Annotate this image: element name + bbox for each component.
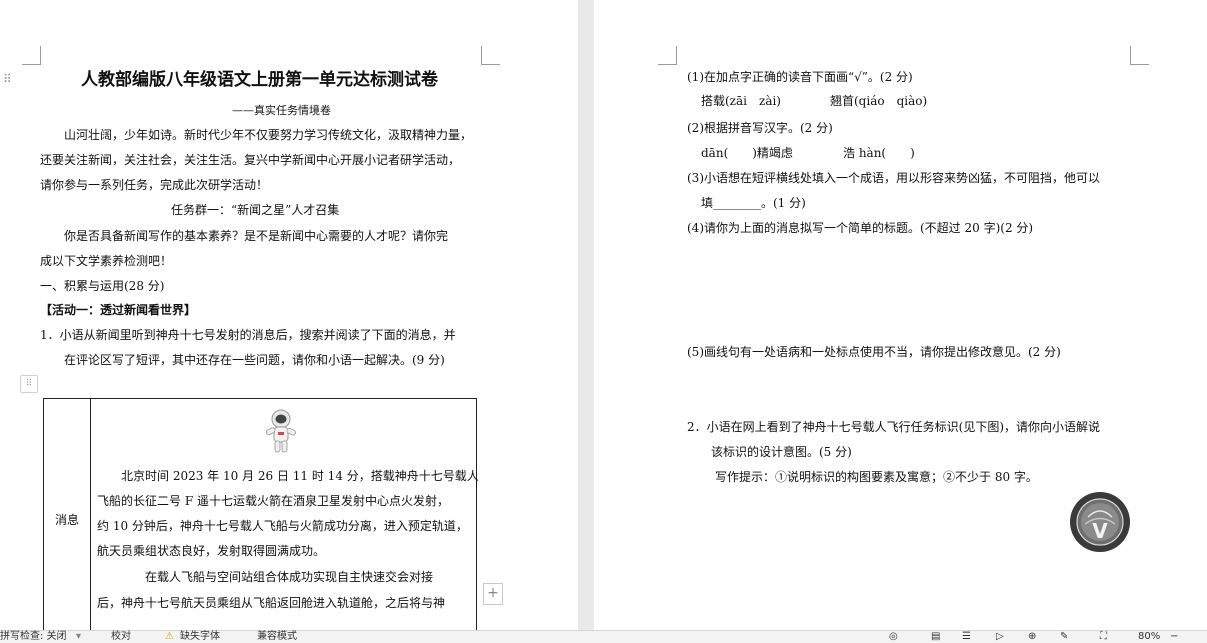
margin-corner-mark [1130,46,1149,65]
question-2-hint: 写作提示：①说明标识的构图要素及寓意；②不少于 80 字。 [715,470,1038,484]
subquestion-1: (1)在加点字正确的读音下面画“√”。(2 分) [687,70,913,84]
news-paragraph-line: 飞船的长征二号 F 遥十七运载火箭在酒泉卫星发射中心点火发射， [97,494,449,508]
emblem-letter: V [1092,519,1108,543]
subquestion-5: (5)画线句有一处语病和一处标点使用不当，请你提出修改意见。(2 分) [687,345,1061,359]
subquestion-3-line: (3)小语想在短评横线处填入一个成语，用以形容来势凶猛，不可阻挡，他可以 [687,171,1101,185]
drag-handle-icon[interactable]: ⠿ [3,72,12,86]
mission-emblem-icon: V [1070,492,1130,552]
subquestion-1-option: 翘首(qiáo qiào) [830,94,928,108]
news-table: 消息 北京时间 2023 年 10 月 26 日 11 时 14 分，搭载神舟十… [43,398,479,630]
add-row-button[interactable]: + [483,583,503,605]
subquestion-3-line: 填________。(1 分) [701,196,806,210]
margin-corner-mark [22,46,41,65]
play-icon[interactable]: ▷ [996,631,1004,643]
task-intro-line: 你是否具备新闻写作的基本素养？是不是新闻中心需要的人才呢？请你完 [64,229,449,243]
news-paragraph-line: 约 10 分钟后，神舟十七号载人飞船与火箭成功分离，进入预定轨道， [97,519,468,533]
margin-corner-mark [481,46,500,65]
news-paragraph-line: 在载人飞船与空间站组合体成功实现自主快速交会对接 [145,570,434,584]
activity-heading: 【活动一：透过新闻看世界】 [40,303,197,317]
eye-protection-icon[interactable]: ◎ [889,631,898,643]
news-paragraph-line: 后，神舟十七号航天员乘组从飞船返回舱进入轨道舱，之后将与神 [97,596,446,610]
subquestion-4: (4)请你为上面的消息拟写一个简单的标题。(不超过 20 字)(2 分) [687,221,1034,235]
page-title: 人教部编版八年级语文上册第一单元达标测试卷 [81,70,438,90]
news-paragraph-line: 北京时间 2023 年 10 月 26 日 11 时 14 分，搭载神舟十七号载… [121,469,479,483]
status-bar: 拼写检查: 关闭 ▾ 校对 ⚠ 缺失字体 兼容模式 ◎ ▤ ☰ ▷ ⊕ ✎ ⛶ … [0,630,1207,643]
news-paragraph-line: 航天员乘组状态良好，发射取得圆满成功。 [97,544,326,558]
news-table-label-cell: 消息 [43,398,91,630]
page-subtitle: ——真实任务情境卷 [232,104,331,117]
question-2-line: 2．小语在网上看到了神舟十七号载人飞行任务标识(见下图)，请你向小语解说 [687,420,1101,434]
pen-icon[interactable]: ✎ [1060,631,1068,643]
margin-corner-mark [658,46,677,65]
document-page-left: ⠿ 人教部编版八年级语文上册第一单元达标测试卷 ——真实任务情境卷 山河壮阔，少… [0,0,578,630]
page-view-icon[interactable]: ▤ [931,631,940,643]
news-table-content-cell: 北京时间 2023 年 10 月 26 日 11 时 14 分，搭载神舟十七号载… [90,398,479,630]
subquestion-1-option: 搭载(zāi zài) [701,94,781,108]
zoom-level[interactable]: 80% [1138,631,1160,643]
section-heading: 一、积累与运用(28 分) [40,279,165,293]
table-move-handle-icon[interactable]: ⠿ [20,375,38,393]
question-1-line: 在评论区写了短评，其中还存在一些问题，请你和小语一起解决。(9 分) [64,353,445,367]
intro-line: 请你参与一系列任务，完成此次研学活动！ [40,178,269,192]
question-1-line: 1．小语从新闻里听到神舟十七号发射的消息后，搜索并阅读了下面的消息，并 [40,328,456,342]
task-intro-line: 成以下文学素养检测吧！ [40,254,173,268]
astronaut-icon [265,409,296,453]
question-2-line: 该标识的设计意图。(5 分) [711,445,852,459]
subquestion-2-option: dān( )精竭虑 [701,146,793,160]
news-table-label: 消息 [54,512,79,527]
spellcheck-dropdown-icon[interactable]: ▾ [76,631,81,643]
task-group-heading: 任务群一：“新闻之星”人才召集 [171,203,340,217]
subquestion-2-option: 浩 hàn( ) [843,146,915,160]
zoom-out-button[interactable]: − [1170,631,1178,643]
fit-window-icon[interactable]: ⛶ [1100,631,1107,643]
spellcheck-status[interactable]: 拼写检查: 关闭 [0,631,67,643]
web-view-icon[interactable]: ⊕ [1028,631,1036,643]
intro-line: 还要关注新闻，关注社会，关注生活。复兴中学新闻中心开展小记者研学活动， [40,153,461,167]
missing-font-button[interactable]: 缺失字体 [180,631,220,643]
warning-icon: ⚠ [165,631,174,642]
outline-view-icon[interactable]: ☰ [962,631,971,643]
subquestion-2: (2)根据拼音写汉字。(2 分) [687,121,833,135]
proofread-button[interactable]: 校对 [111,631,131,643]
compat-mode-label: 兼容模式 [257,631,297,642]
intro-line: 山河壮阔，少年如诗。新时代少年不仅要努力学习传统文化，汲取精神力量， [64,128,473,142]
